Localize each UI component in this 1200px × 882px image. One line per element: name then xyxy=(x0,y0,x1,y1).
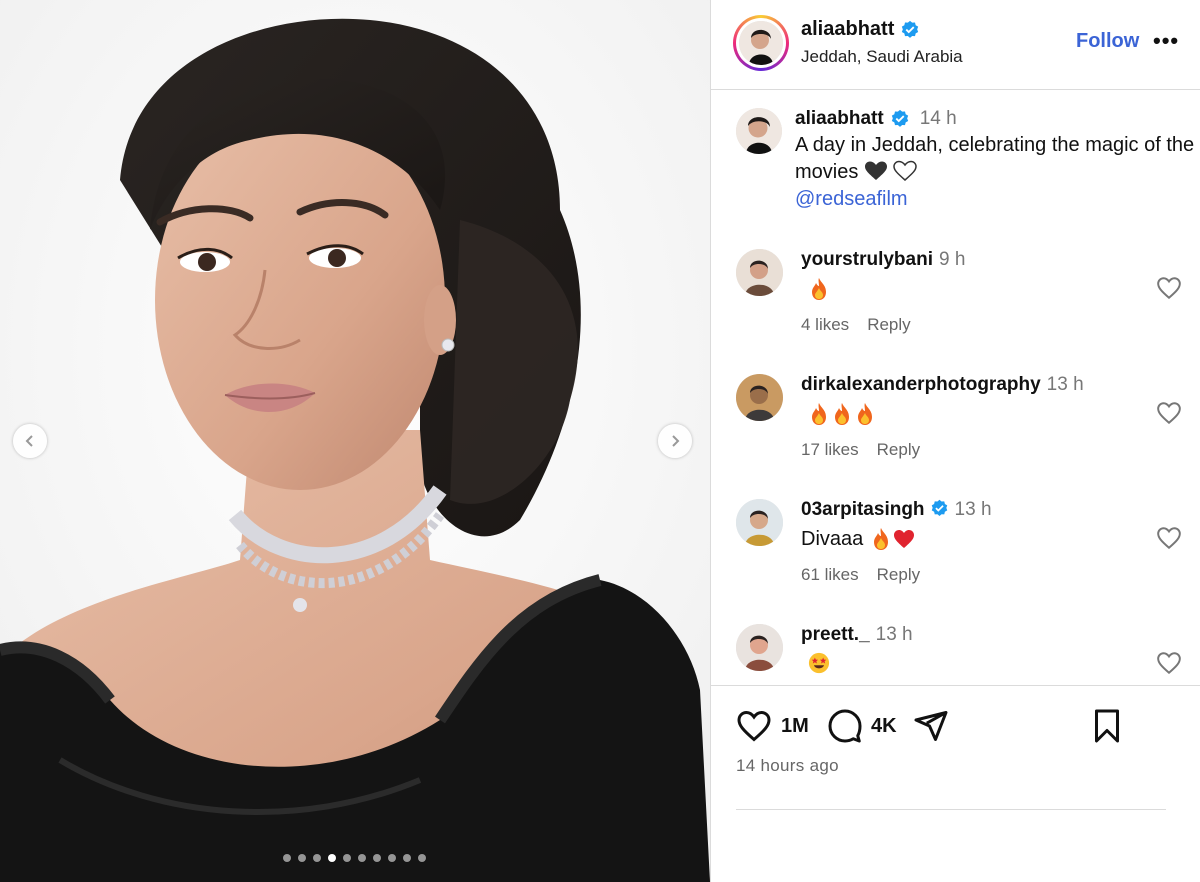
fire-emoji xyxy=(870,527,892,551)
fire-emoji xyxy=(854,402,876,426)
comment-icon xyxy=(828,709,862,743)
post-location[interactable]: Jeddah, Saudi Arabia xyxy=(801,47,963,67)
post-timestamp[interactable]: 14 hours ago xyxy=(736,756,839,776)
comment-like-count[interactable]: 17 likes xyxy=(801,440,859,460)
comment-like-heart-icon[interactable] xyxy=(1156,401,1182,425)
comment-text: Divaaa xyxy=(801,525,1151,553)
comment-body: Divaaa xyxy=(801,527,864,550)
black-heart-icon xyxy=(864,161,887,180)
fire-emoji xyxy=(808,402,830,426)
comment-text xyxy=(801,400,1151,428)
comment-text xyxy=(801,650,1151,678)
carousel-dot xyxy=(388,854,396,862)
comment-item: yourstrulybani 9 h 4 likes Reply xyxy=(736,249,1196,359)
carousel-dot xyxy=(403,854,411,862)
fire-emoji xyxy=(808,277,830,301)
carousel-dot xyxy=(298,854,306,862)
carousel-dot xyxy=(283,854,291,862)
comment-time[interactable]: 9 h xyxy=(939,249,965,270)
comments-list[interactable]: aliaabhatt 14 h A day in Jeddah, celebra… xyxy=(711,91,1200,685)
heart-icon xyxy=(737,710,771,742)
comment-username[interactable]: preett._ xyxy=(801,624,870,645)
reply-button[interactable]: Reply xyxy=(867,315,910,335)
comment-like-count[interactable]: 61 likes xyxy=(801,565,859,585)
fire-emoji xyxy=(831,402,853,426)
caption-text: A day in Jeddah, celebrating the magic o… xyxy=(795,132,1195,186)
reply-button[interactable]: Reply xyxy=(877,440,920,460)
share-button[interactable] xyxy=(913,708,949,749)
comment-time[interactable]: 13 h xyxy=(876,624,913,645)
author-username[interactable]: aliaabhatt xyxy=(801,18,894,41)
comment-time[interactable]: 13 h xyxy=(955,499,992,520)
avatar[interactable] xyxy=(736,249,783,296)
post-media[interactable] xyxy=(0,0,710,882)
more-options-button[interactable]: ••• xyxy=(1153,28,1179,54)
verified-badge-icon xyxy=(931,499,947,516)
white-heart-icon xyxy=(893,160,918,181)
comment-username[interactable]: yourstrulybani xyxy=(801,249,933,270)
story-ring[interactable] xyxy=(733,15,789,71)
avatar xyxy=(739,21,783,65)
caption-time: 14 h xyxy=(919,108,957,129)
comment-text xyxy=(801,275,1151,303)
comment-username[interactable]: 03arpitasingh xyxy=(801,499,925,520)
comment-like-heart-icon[interactable] xyxy=(1156,526,1182,550)
red-heart-emoji xyxy=(893,527,915,551)
avatar[interactable] xyxy=(736,624,783,671)
carousel-indicator xyxy=(283,854,426,862)
post-actions: 1M 4K 14 hours ago xyxy=(711,685,1200,882)
post-side-panel: aliaabhatt Jeddah, Saudi Arabia Follow •… xyxy=(710,0,1200,882)
carousel-dot xyxy=(373,854,381,862)
post-photo xyxy=(0,0,710,882)
chevron-right-icon xyxy=(672,435,680,447)
chevron-left-icon xyxy=(25,435,33,447)
verified-badge-icon xyxy=(891,109,908,127)
caption-body: A day in Jeddah, celebrating the magic o… xyxy=(795,134,1195,183)
caption-mention-link[interactable]: @redseafilm xyxy=(795,186,1195,213)
carousel-dot xyxy=(418,854,426,862)
comment-item: preett._ 13 h xyxy=(736,624,1196,685)
carousel-dot xyxy=(343,854,351,862)
caption-username[interactable]: aliaabhatt xyxy=(795,108,884,130)
share-icon xyxy=(914,711,948,741)
comment-like-heart-icon[interactable] xyxy=(1156,276,1182,300)
avatar[interactable] xyxy=(736,374,783,421)
carousel-dot xyxy=(313,854,321,862)
post-header: aliaabhatt Jeddah, Saudi Arabia Follow •… xyxy=(711,0,1200,90)
comment-item: 03arpitasingh 13 h Divaaa 61 likes Reply xyxy=(736,499,1196,609)
like-count[interactable]: 1M xyxy=(781,715,809,738)
divider xyxy=(736,809,1166,810)
star-struck-emoji xyxy=(808,652,830,676)
carousel-dot xyxy=(328,854,336,862)
comment-username[interactable]: dirkalexanderphotography xyxy=(801,374,1041,395)
comment-button[interactable] xyxy=(827,708,863,749)
avatar[interactable] xyxy=(736,108,782,154)
next-photo-button[interactable] xyxy=(658,424,692,458)
comment-count[interactable]: 4K xyxy=(871,715,897,738)
comment-time[interactable]: 13 h xyxy=(1047,374,1084,395)
previous-photo-button[interactable] xyxy=(13,424,47,458)
avatar[interactable] xyxy=(736,499,783,546)
save-button[interactable] xyxy=(1089,708,1125,749)
bookmark-icon xyxy=(1095,709,1119,743)
comment-item: dirkalexanderphotography 13 h 17 likes Repl… xyxy=(736,374,1196,484)
carousel-dot xyxy=(358,854,366,862)
reply-button[interactable]: Reply xyxy=(877,565,920,585)
follow-button[interactable]: Follow xyxy=(1076,30,1139,53)
comment-like-heart-icon[interactable] xyxy=(1156,651,1182,675)
like-button[interactable] xyxy=(736,708,772,749)
comment-like-count[interactable]: 4 likes xyxy=(801,315,849,335)
verified-badge-icon xyxy=(902,20,919,38)
